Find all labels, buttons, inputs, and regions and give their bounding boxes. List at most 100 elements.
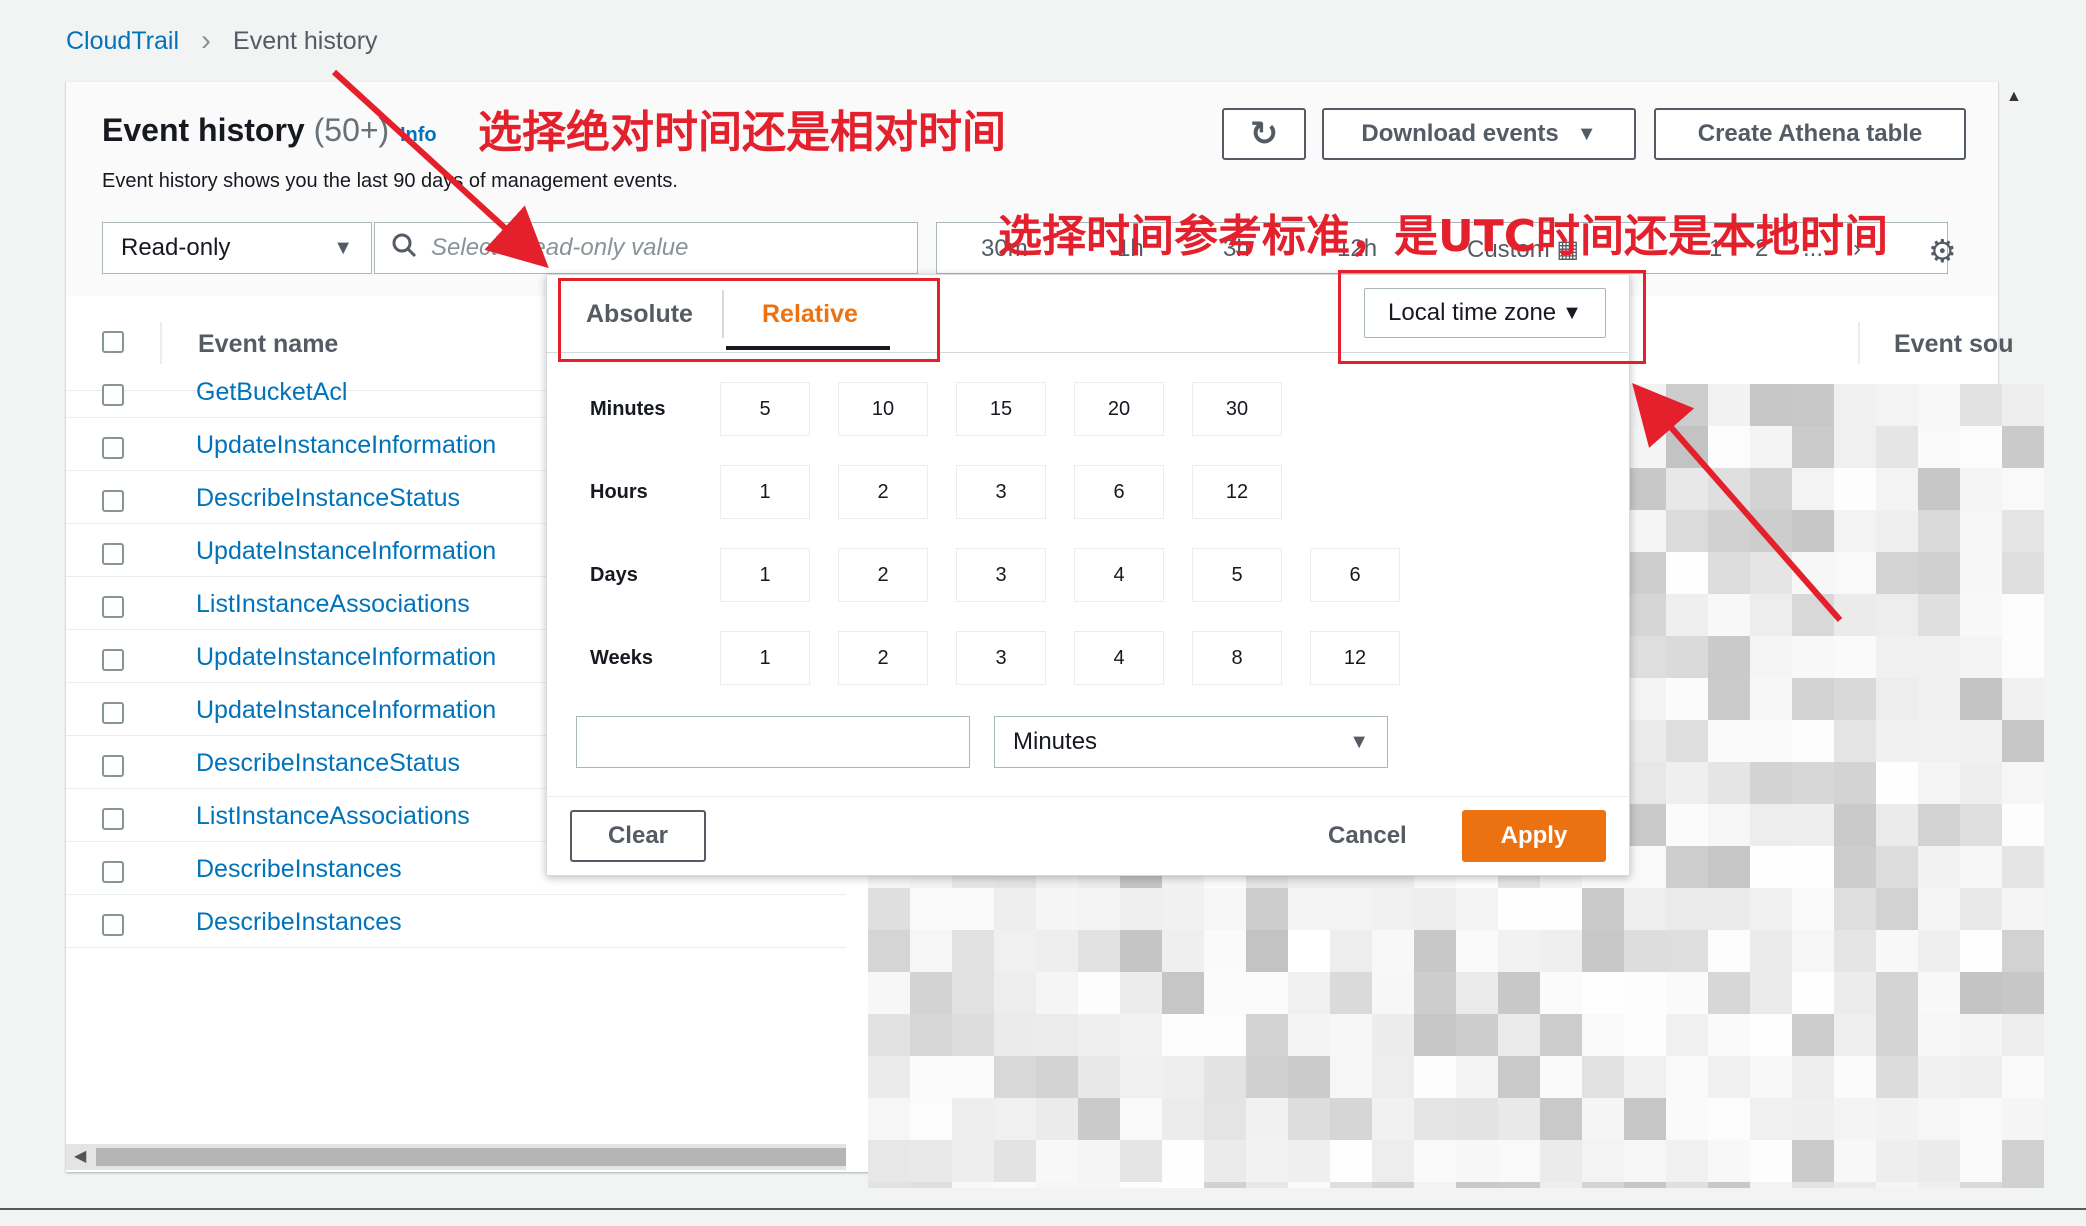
mosaic-block — [1918, 1140, 1960, 1182]
relative-option-button[interactable]: 8 — [1192, 631, 1282, 685]
mosaic-block — [1750, 1014, 1792, 1056]
event-name-link[interactable]: DescribeInstances — [196, 855, 402, 884]
mosaic-block — [1750, 762, 1792, 804]
column-header-event-name[interactable]: Event name — [198, 330, 338, 359]
duration-unit-select[interactable]: Minutes ▼ — [994, 716, 1388, 768]
relative-option-button[interactable]: 1 — [720, 631, 810, 685]
custom-duration-input[interactable] — [576, 716, 970, 768]
scroll-up-icon[interactable]: ▲ — [2006, 88, 2022, 106]
scroll-left-icon[interactable]: ◀ — [74, 1146, 86, 1166]
relative-option-button[interactable]: 5 — [720, 382, 810, 436]
row-checkbox[interactable] — [102, 384, 124, 406]
event-name-link[interactable]: UpdateInstanceInformation — [196, 537, 496, 566]
event-name-link[interactable]: GetBucketAcl — [196, 378, 347, 407]
event-name-link[interactable]: DescribeInstanceStatus — [196, 749, 460, 778]
mosaic-block — [1834, 762, 1876, 804]
mosaic-block — [1918, 888, 1960, 930]
mosaic-block — [1498, 1056, 1540, 1098]
relative-option-button[interactable]: 4 — [1074, 548, 1164, 602]
mosaic-block — [1204, 1182, 1246, 1188]
row-checkbox[interactable] — [102, 543, 124, 565]
row-checkbox[interactable] — [102, 808, 124, 830]
mosaic-block — [1960, 678, 2002, 720]
mosaic-block — [1498, 1098, 1540, 1140]
apply-button[interactable]: Apply — [1462, 810, 1606, 862]
mosaic-block — [1792, 888, 1834, 930]
event-name-link[interactable]: UpdateInstanceInformation — [196, 696, 496, 725]
select-all-checkbox[interactable] — [102, 331, 124, 353]
relative-group-label: Hours — [590, 481, 648, 503]
relative-option-button[interactable]: 3 — [956, 631, 1046, 685]
mosaic-block — [1498, 888, 1540, 930]
relative-option-button[interactable]: 1 — [720, 548, 810, 602]
breadcrumb-cloudtrail-link[interactable]: CloudTrail — [66, 27, 179, 56]
mosaic-block — [994, 972, 1036, 1014]
mosaic-block — [1750, 972, 1792, 1014]
mosaic-block — [1792, 594, 1834, 636]
mosaic-block — [1036, 1056, 1078, 1098]
mosaic-block — [1960, 1014, 2002, 1056]
info-link[interactable]: Info — [400, 124, 437, 147]
mosaic-block — [1960, 1140, 2002, 1182]
horizontal-scrollbar-thumb[interactable] — [96, 1148, 846, 1166]
event-name-link[interactable]: DescribeInstances — [196, 908, 402, 937]
relative-option-button[interactable]: 12 — [1310, 631, 1400, 685]
relative-option-button[interactable]: 1 — [720, 465, 810, 519]
mosaic-block — [1792, 972, 1834, 1014]
relative-option-button[interactable]: 3 — [956, 548, 1046, 602]
mosaic-block — [1960, 552, 2002, 594]
mosaic-block — [1834, 594, 1876, 636]
relative-option-button[interactable]: 6 — [1074, 465, 1164, 519]
mosaic-block — [1708, 1140, 1750, 1182]
relative-option-button[interactable]: 3 — [956, 465, 1046, 519]
relative-option-button[interactable]: 15 — [956, 382, 1046, 436]
mosaic-block — [1876, 762, 1918, 804]
mosaic-block — [1330, 1182, 1372, 1188]
relative-option-button[interactable]: 20 — [1074, 382, 1164, 436]
relative-option-button[interactable]: 12 — [1192, 465, 1282, 519]
mosaic-block — [994, 1182, 1036, 1188]
mosaic-block — [1036, 1098, 1078, 1140]
relative-option-button[interactable]: 4 — [1074, 631, 1164, 685]
row-checkbox[interactable] — [102, 490, 124, 512]
lookup-attribute-select[interactable]: Read-only ▼ — [102, 222, 372, 274]
cancel-button[interactable]: Cancel — [1328, 822, 1407, 850]
relative-option-button[interactable]: 5 — [1192, 548, 1282, 602]
row-checkbox[interactable] — [102, 596, 124, 618]
refresh-button[interactable]: ↻ — [1222, 108, 1306, 160]
gear-icon[interactable]: ⚙ — [1928, 232, 1957, 270]
read-only-value-search[interactable]: Select a read-only value — [374, 222, 918, 274]
mosaic-block — [1624, 1182, 1666, 1188]
mosaic-block — [1960, 594, 2002, 636]
row-checkbox[interactable] — [102, 861, 124, 883]
annotation-box-timezone — [1338, 270, 1646, 364]
mosaic-block — [1918, 930, 1960, 972]
mosaic-block — [1540, 1182, 1582, 1188]
relative-option-button[interactable]: 2 — [838, 548, 928, 602]
relative-option-button[interactable]: 2 — [838, 465, 928, 519]
mosaic-block — [1456, 972, 1498, 1014]
relative-option-button[interactable]: 30 — [1192, 382, 1282, 436]
mosaic-block — [1330, 972, 1372, 1014]
column-header-event-source[interactable]: Event sou — [1894, 330, 2013, 359]
event-name-link[interactable]: ListInstanceAssociations — [196, 590, 470, 619]
mosaic-block — [1792, 804, 1834, 846]
clear-button[interactable]: Clear — [570, 810, 706, 862]
row-checkbox[interactable] — [102, 649, 124, 671]
event-name-link[interactable]: ListInstanceAssociations — [196, 802, 470, 831]
event-name-link[interactable]: DescribeInstanceStatus — [196, 484, 460, 513]
relative-option-button[interactable]: 10 — [838, 382, 928, 436]
row-checkbox[interactable] — [102, 702, 124, 724]
event-name-link[interactable]: UpdateInstanceInformation — [196, 643, 496, 672]
relative-option-button[interactable]: 6 — [1310, 548, 1400, 602]
mosaic-block — [1624, 468, 1666, 510]
row-checkbox[interactable] — [102, 914, 124, 936]
relative-option-button[interactable]: 2 — [838, 631, 928, 685]
download-events-button[interactable]: Download events ▼ — [1322, 108, 1636, 160]
row-checkbox[interactable] — [102, 437, 124, 459]
mosaic-block — [1834, 720, 1876, 762]
event-name-link[interactable]: UpdateInstanceInformation — [196, 431, 496, 460]
mosaic-block — [1708, 804, 1750, 846]
row-checkbox[interactable] — [102, 755, 124, 777]
create-athena-table-button[interactable]: Create Athena table — [1654, 108, 1966, 160]
